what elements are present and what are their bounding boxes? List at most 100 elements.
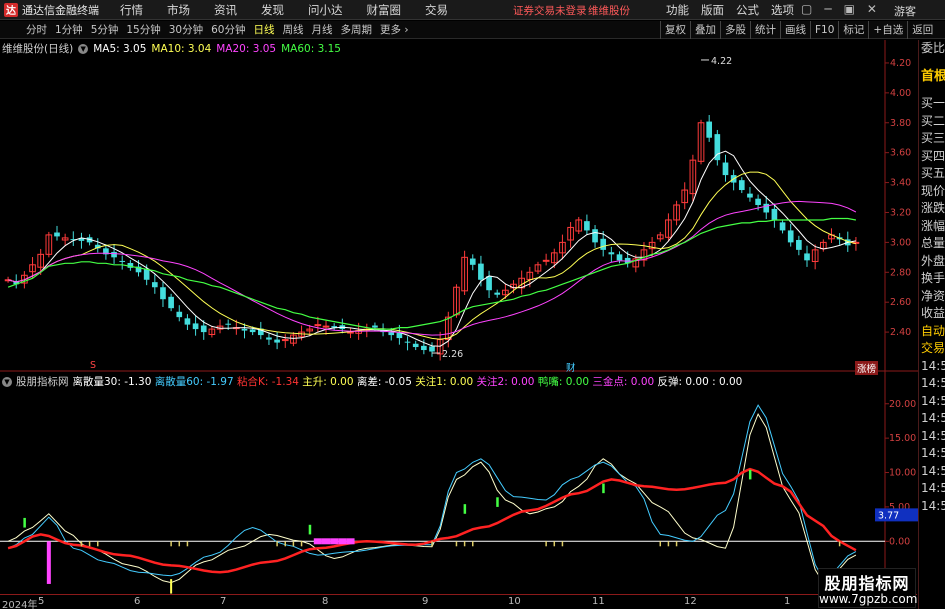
tool-multistock-button[interactable]: 多股 — [720, 21, 750, 39]
back-button[interactable]: 返回 — [907, 21, 937, 39]
add-watchlist-button[interactable]: +自选 — [868, 21, 907, 39]
price-tick-label: 3.00 — [890, 237, 911, 248]
chart-stock-title: 维维股份(日线) — [2, 43, 74, 55]
magenta-spike — [46, 541, 51, 584]
side-panel-item[interactable]: 买二 — [919, 113, 945, 131]
side-panel-item[interactable]: 14:56 — [919, 393, 945, 411]
side-panel-item[interactable]: 外盘 — [919, 253, 945, 271]
right-menu: 功能 版面 公式 选项 — [660, 2, 800, 18]
candle-body-down — [706, 121, 713, 138]
indicator-value-10: : 0.00 — [712, 376, 743, 388]
tool-f10-button[interactable]: F10 — [810, 21, 838, 39]
candle-body-down — [592, 229, 598, 243]
close-icon[interactable]: ✕ — [867, 2, 877, 16]
period-tab-intraday[interactable]: 分时 — [22, 22, 51, 37]
candle-body-down — [404, 341, 411, 343]
x-axis-label: 7 — [220, 596, 227, 607]
side-panel-item[interactable]: 14:56 — [919, 463, 945, 481]
login-status[interactable]: 证券交易未登录 — [513, 3, 587, 18]
chart-tools: 复权 叠加 多股 统计 画线 F10 标记 +自选 返回 — [660, 21, 937, 39]
menu-item-trade[interactable]: 交易 — [413, 2, 460, 18]
main-candlestick-chart[interactable]: 4.20 4.00 3.80 3.60 3.40 3.20 3.00 2.80 2.60 2.40… — [0, 40, 918, 372]
menu-item-ask[interactable]: 问小达 — [296, 2, 355, 18]
side-panel-item[interactable]: 首根 — [919, 68, 945, 86]
side-panel-item[interactable]: 净资 — [919, 288, 945, 306]
side-panel-item[interactable]: 14:56 — [919, 428, 945, 446]
period-tab-daily[interactable]: 日线 — [250, 22, 279, 37]
price-tick-label: 3.80 — [890, 118, 911, 129]
menu-item-wealth[interactable]: 财富圈 — [355, 2, 414, 18]
period-tab-weekly[interactable]: 周线 — [279, 22, 308, 37]
side-panel-item[interactable]: 买五 — [919, 165, 945, 183]
candle-body-down — [176, 311, 183, 318]
side-panel-item[interactable]: 买四 — [919, 148, 945, 166]
period-tab-monthly[interactable]: 月线 — [308, 22, 337, 37]
side-panel-item[interactable]: 14:56 — [919, 410, 945, 428]
candle-body-down — [274, 339, 280, 343]
restore-icon[interactable]: ▢ — [801, 2, 812, 16]
side-panel-item[interactable]: 委比 — [919, 40, 945, 58]
tool-stats-button[interactable]: 统计 — [750, 21, 780, 39]
side-panel-item[interactable]: 14:56 — [919, 375, 945, 393]
x-axis-label: 5 — [38, 596, 45, 607]
menu-item-quotes[interactable]: 行情 — [108, 2, 155, 18]
side-panel-item[interactable]: 收益 — [919, 305, 945, 323]
maximize-icon[interactable]: ▣ — [844, 2, 855, 16]
side-panel-item[interactable]: 换手 — [919, 270, 945, 288]
side-panel-item[interactable]: 涨幅 — [919, 218, 945, 236]
candle-body-down — [804, 253, 810, 261]
candle-body-down — [143, 268, 150, 280]
period-tab-30min[interactable]: 30分钟 — [165, 22, 207, 37]
period-tab-5min[interactable]: 5分钟 — [87, 22, 123, 37]
period-tab-60min[interactable]: 60分钟 — [207, 22, 249, 37]
side-panel-item[interactable]: 现价 — [919, 183, 945, 201]
menu-item-formula[interactable]: 公式 — [730, 2, 765, 18]
duckbill-bar — [23, 517, 26, 528]
x-axis-label: 10 — [508, 596, 521, 607]
price-tick-label: 2.40 — [890, 327, 911, 338]
side-panel-item[interactable]: 买三 — [919, 130, 945, 148]
menu-item-news[interactable]: 资讯 — [202, 2, 249, 18]
price-tick-label: 4.20 — [890, 58, 911, 69]
side-panel-item[interactable]: 交易 — [919, 340, 945, 358]
period-tab-15min[interactable]: 15分钟 — [122, 22, 164, 37]
period-tab-multi[interactable]: 多周期 — [337, 22, 377, 37]
candle-body-down — [412, 343, 419, 348]
candle-body-down — [241, 328, 248, 331]
menu-item-layout[interactable]: 版面 — [695, 2, 730, 18]
chevron-down-icon[interactable]: ▼ — [2, 376, 12, 387]
tool-mark-button[interactable]: 标记 — [838, 21, 868, 39]
period-tab-more[interactable]: 更多 › — [376, 22, 413, 37]
candle-body-down — [600, 238, 607, 250]
period-tab-1min[interactable]: 1分钟 — [51, 22, 87, 37]
menu-item-function[interactable]: 功能 — [660, 2, 695, 18]
side-panel-item[interactable]: 总量 — [919, 235, 945, 253]
guest-user[interactable]: 游客 — [894, 3, 916, 19]
menu-item-market[interactable]: 市场 — [155, 2, 202, 18]
minimize-icon[interactable]: ─ — [824, 2, 831, 16]
side-panel-item[interactable]: 14:56 — [919, 498, 945, 516]
menu-item-discover[interactable]: 发现 — [249, 2, 296, 18]
tool-draw-button[interactable]: 画线 — [780, 21, 810, 39]
tool-overlay-button[interactable]: 叠加 — [690, 21, 720, 39]
indicator-chart[interactable]: 20.0015.0010.005.000.00-5.003.77 — [0, 372, 918, 594]
side-panel-item[interactable]: 14:56 — [919, 445, 945, 463]
candle-body-up — [542, 259, 550, 262]
tool-adjust-button[interactable]: 复权 — [660, 21, 690, 39]
candle-body-down — [771, 208, 778, 220]
sell-marker: S — [90, 360, 97, 371]
candle-body-down — [787, 230, 794, 243]
side-panel-item[interactable]: 14:56 — [919, 480, 945, 498]
chevron-down-icon[interactable]: ▼ — [78, 43, 89, 54]
side-panel-item[interactable]: 自动 — [919, 323, 945, 341]
side-panel-item[interactable]: 14:56 — [919, 358, 945, 376]
indicator-tick-label: 10.00 — [889, 468, 916, 479]
indicator-legend: ▼ 股朋指标网 离散量30: -1.30 离散量60: -1.97 粘合K: -… — [2, 374, 742, 389]
candle-body-down — [779, 222, 786, 231]
duckbill-bar — [308, 524, 312, 535]
duckbill-bar — [748, 469, 752, 480]
indicator-value-9: 反弹: 0.00 — [657, 376, 713, 388]
side-panel-item[interactable]: 涨跌 — [919, 200, 945, 218]
menu-item-options[interactable]: 选项 — [765, 2, 800, 18]
side-panel-item[interactable]: 买一 — [919, 95, 945, 113]
